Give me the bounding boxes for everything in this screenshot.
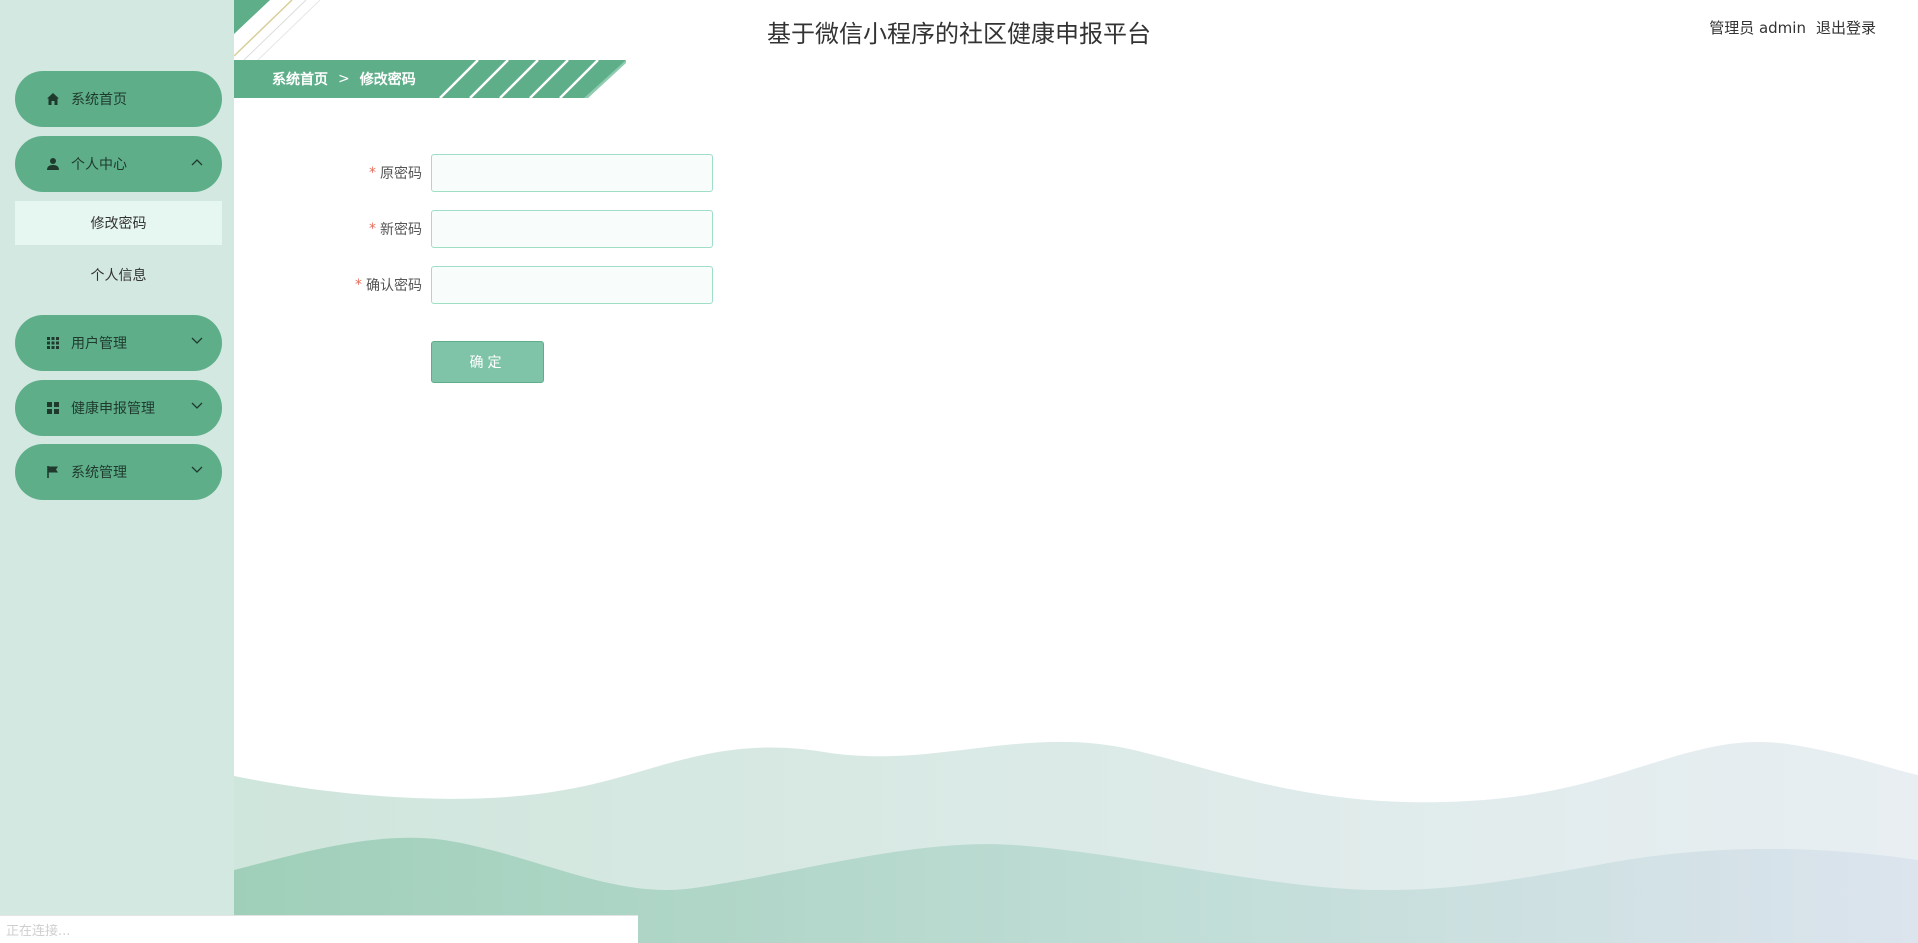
chevron-down-icon bbox=[190, 463, 204, 477]
dashboard-icon bbox=[45, 400, 61, 416]
grid-icon bbox=[45, 335, 61, 351]
form-row-confirm-password: * 确认密码 bbox=[234, 266, 934, 304]
sidebar-item-label: 健康申报管理 bbox=[71, 401, 155, 417]
header-user-area: 管理员 admin 退出登录 bbox=[1709, 17, 1876, 38]
breadcrumb-home[interactable]: 系统首页 bbox=[272, 69, 328, 89]
sidebar-item-label: 系统管理 bbox=[71, 465, 127, 481]
sidebar-item-label: 用户管理 bbox=[71, 336, 127, 352]
submenu-item-personal-info[interactable]: 个人信息 bbox=[15, 253, 222, 297]
status-text: 正在连接... bbox=[6, 924, 71, 939]
sidebar-item-label: 个人中心 bbox=[71, 157, 127, 173]
new-password-label: * 新密码 bbox=[369, 221, 422, 238]
confirm-password-label: * 确认密码 bbox=[355, 277, 422, 294]
sidebar-item-home[interactable]: 系统首页 bbox=[15, 71, 222, 127]
chevron-down-icon bbox=[190, 334, 204, 348]
form-row-old-password: * 原密码 bbox=[234, 154, 934, 192]
decorative-waves bbox=[234, 741, 1918, 943]
sidebar-item-system-management[interactable]: 系统管理 bbox=[15, 444, 222, 500]
chevron-down-icon bbox=[190, 399, 204, 413]
sidebar: 系统首页 个人中心 修改密码 个人信息 用户管理 健康申报管理 系统管理 bbox=[0, 0, 234, 943]
user-icon bbox=[45, 156, 61, 172]
form-row-new-password: * 新密码 bbox=[234, 210, 934, 248]
confirm-password-input[interactable] bbox=[431, 266, 713, 304]
breadcrumb-current: 修改密码 bbox=[359, 72, 416, 88]
required-mark: * bbox=[369, 221, 376, 237]
sidebar-item-user-management[interactable]: 用户管理 bbox=[15, 315, 222, 371]
chevron-up-icon bbox=[190, 155, 204, 169]
new-password-input[interactable] bbox=[431, 210, 713, 248]
flag-icon bbox=[45, 464, 61, 480]
submenu-item-label: 修改密码 bbox=[90, 216, 147, 232]
required-mark: * bbox=[369, 165, 376, 181]
sidebar-item-personal-center[interactable]: 个人中心 bbox=[15, 136, 222, 192]
submenu-item-label: 个人信息 bbox=[90, 268, 147, 284]
browser-status-bar: 正在连接... bbox=[0, 915, 638, 943]
logout-link[interactable]: 退出登录 bbox=[1816, 17, 1876, 38]
breadcrumb-separator: > bbox=[338, 71, 350, 87]
current-user: 管理员 admin bbox=[1709, 19, 1806, 37]
sidebar-item-label: 系统首页 bbox=[71, 92, 127, 108]
old-password-label: * 原密码 bbox=[369, 165, 422, 182]
header-decoration bbox=[234, 0, 321, 60]
submenu-item-change-password[interactable]: 修改密码 bbox=[15, 201, 222, 245]
sidebar-item-health-report-management[interactable]: 健康申报管理 bbox=[15, 380, 222, 436]
old-password-input[interactable] bbox=[431, 154, 713, 192]
breadcrumb: 系统首页 > 修改密码 bbox=[234, 60, 626, 98]
required-mark: * bbox=[355, 277, 362, 293]
submit-button[interactable]: 确定 bbox=[431, 341, 544, 383]
breadcrumb-trail: 系统首页 > 修改密码 bbox=[272, 60, 416, 98]
home-icon bbox=[45, 91, 61, 107]
